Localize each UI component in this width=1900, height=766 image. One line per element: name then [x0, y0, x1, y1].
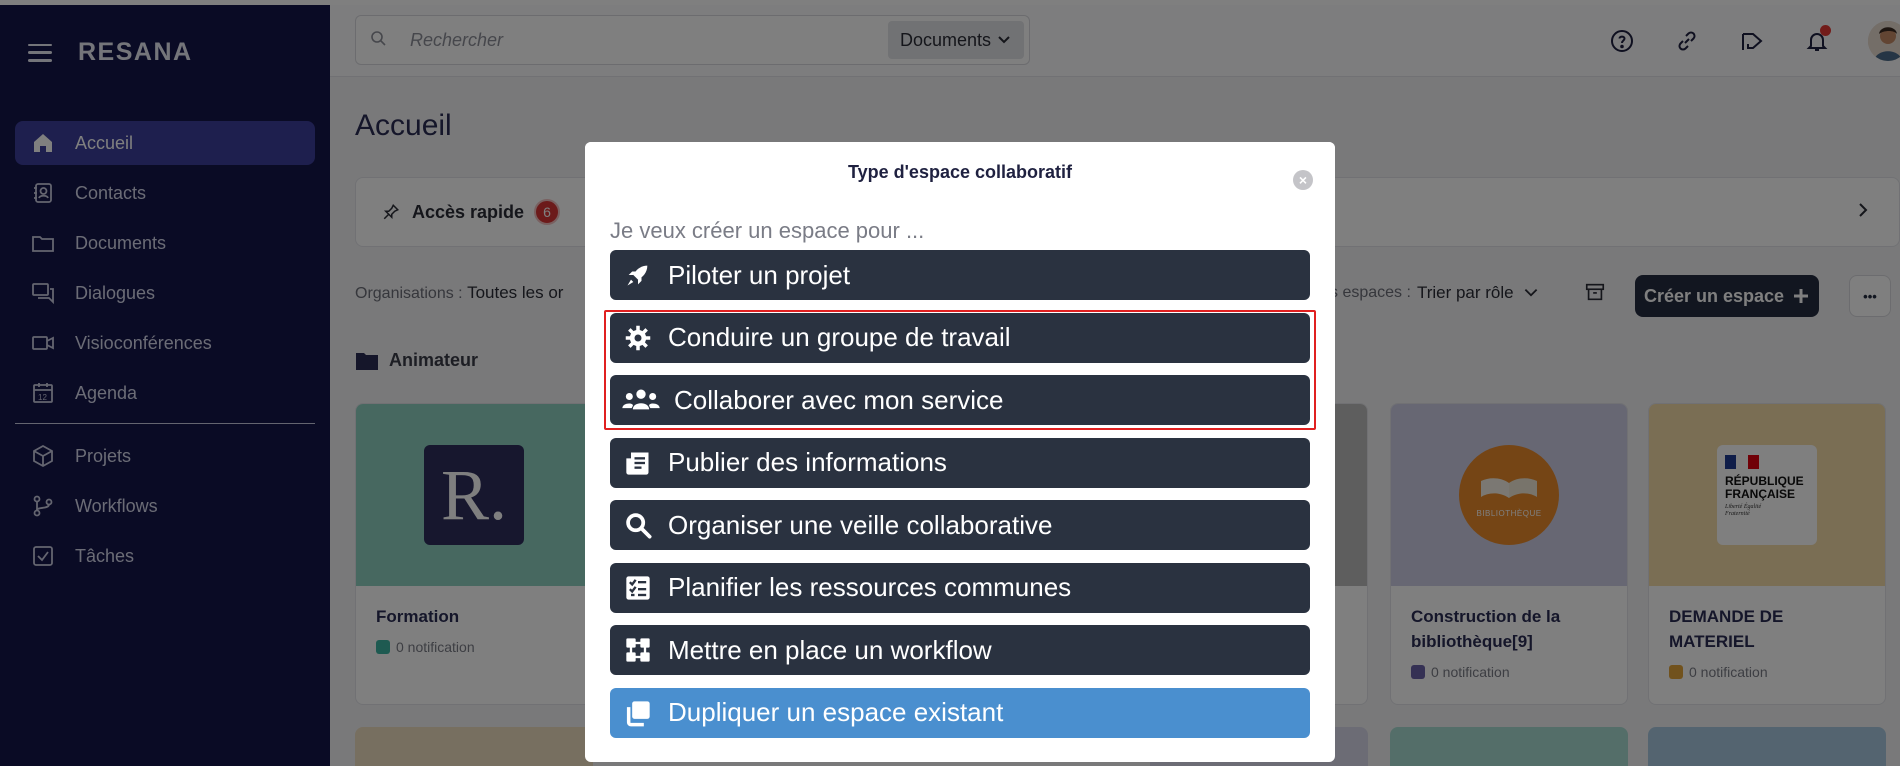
newspaper-icon: [622, 447, 654, 479]
option-label: Planifier les ressources communes: [668, 572, 1072, 602]
close-button[interactable]: ×: [1293, 170, 1313, 190]
rocket-icon: [622, 259, 654, 291]
option-label: Piloter un projet: [668, 259, 851, 290]
selection-highlight: [604, 310, 1316, 430]
option-label: Dupliquer un espace existant: [668, 697, 1004, 727]
modal-subtitle: Je veux créer un espace pour ...: [610, 218, 925, 243]
copy-icon: [622, 697, 654, 729]
option-label: Mettre en place un workflow: [668, 634, 992, 665]
space-type-modal: Type d'espace collaboratif × Je veux cré…: [585, 142, 1335, 762]
option-label: Publier des informations: [668, 447, 947, 477]
option-label: Organiser une veille collaborative: [668, 509, 1053, 540]
option-piloter-projet[interactable]: Piloter un projet: [610, 250, 1310, 300]
option-mettre-workflow[interactable]: Mettre en place un workflow: [610, 625, 1310, 675]
puzzle-icon: [622, 634, 654, 666]
modal-title: Type d'espace collaboratif: [847, 161, 1072, 182]
search-icon: [622, 509, 654, 541]
option-planifier-ressources[interactable]: Planifier les ressources communes: [610, 562, 1310, 613]
modal-header: Type d'espace collaboratif ×: [585, 142, 1335, 208]
option-organiser-veille[interactable]: Organiser une veille collaborative: [610, 500, 1310, 550]
option-publier-informations[interactable]: Publier des informations: [610, 437, 1310, 488]
checklist-icon: [622, 572, 654, 604]
close-icon: ×: [1298, 172, 1308, 188]
option-dupliquer-espace[interactable]: Dupliquer un espace existant: [610, 687, 1310, 738]
